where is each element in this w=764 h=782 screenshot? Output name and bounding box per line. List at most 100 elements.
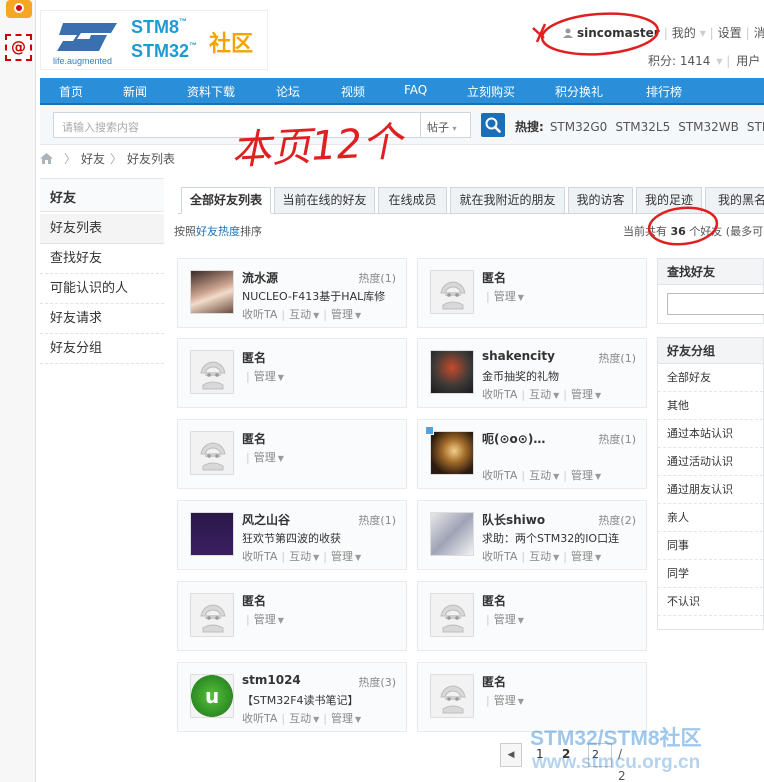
interact-menu[interactable]: 互动 ▼: [289, 712, 319, 725]
friend-group-item[interactable]: 亲人: [658, 504, 763, 532]
manage-menu[interactable]: 管理 ▼: [571, 550, 601, 563]
search-scope-select[interactable]: 帖子 ▾: [421, 112, 471, 138]
friend-name[interactable]: 呃(⊙o⊙)…: [482, 430, 545, 447]
friend-group-item[interactable]: 全部好友: [658, 364, 763, 392]
find-friend-input[interactable]: [667, 293, 764, 315]
tab-all-friends[interactable]: 全部好友列表: [181, 187, 271, 214]
manage-menu[interactable]: 管理 ▼: [494, 613, 524, 626]
nav-item-forum[interactable]: 论坛: [276, 83, 300, 100]
friend-name[interactable]: stm1024: [242, 673, 301, 687]
follow-link[interactable]: 收听TA: [482, 550, 517, 563]
interact-menu[interactable]: 互动 ▼: [289, 308, 319, 321]
friend-latest-post[interactable]: NUCLEO-F413基于HAL库修: [242, 288, 402, 304]
hot-term[interactable]: STM32G0: [550, 120, 608, 134]
friend-avatar[interactable]: u: [190, 674, 234, 718]
manage-menu[interactable]: 管理 ▼: [254, 613, 284, 626]
messages-link[interactable]: 消息: [754, 26, 764, 40]
friend-latest-post[interactable]: 【STM32F4读书笔记】: [242, 692, 402, 708]
friend-name[interactable]: 匿名: [242, 592, 266, 609]
sort-key-link[interactable]: 好友热度: [196, 225, 240, 238]
follow-link[interactable]: 收听TA: [482, 388, 517, 401]
friend-avatar[interactable]: [430, 270, 474, 314]
points-label[interactable]: 积分: 1414: [648, 54, 710, 68]
breadcrumb-friend-list[interactable]: 好友列表: [127, 152, 175, 166]
manage-menu[interactable]: 管理 ▼: [254, 451, 284, 464]
friend-name[interactable]: 队长shiwo: [482, 511, 545, 528]
friend-avatar[interactable]: [430, 431, 474, 475]
friend-avatar[interactable]: [430, 512, 474, 556]
interact-menu[interactable]: 互动 ▼: [529, 388, 559, 401]
friend-name[interactable]: 匿名: [482, 269, 506, 286]
manage-menu[interactable]: 管理 ▼: [254, 370, 284, 383]
follow-link[interactable]: 收听TA: [242, 550, 277, 563]
manage-menu[interactable]: 管理 ▼: [331, 550, 361, 563]
manage-menu[interactable]: 管理 ▼: [494, 290, 524, 303]
weibo-icon[interactable]: [6, 0, 32, 18]
interact-menu[interactable]: 互动 ▼: [529, 550, 559, 563]
nav-item-buy[interactable]: 立刻购买: [467, 83, 515, 100]
nav-item-gifts[interactable]: 积分换礼: [555, 83, 603, 100]
my-link[interactable]: 我的: [672, 26, 696, 40]
breadcrumb-friends[interactable]: 好友: [81, 152, 105, 166]
follow-link[interactable]: 收听TA: [242, 308, 277, 321]
hot-term[interactable]: STM32L5: [615, 120, 670, 134]
friend-avatar[interactable]: [190, 512, 234, 556]
friend-group-item[interactable]: 通过朋友认识: [658, 476, 763, 504]
settings-link[interactable]: 设置: [718, 26, 742, 40]
friend-group-item[interactable]: 通过活动认识: [658, 448, 763, 476]
friend-latest-post[interactable]: 狂欢节第四波的收获: [242, 530, 402, 546]
friend-name[interactable]: 匿名: [482, 592, 506, 609]
prev-page-button[interactable]: ◀: [500, 743, 522, 767]
user-menu-link[interactable]: 用户: [736, 54, 760, 68]
interact-menu[interactable]: 互动 ▼: [289, 550, 319, 563]
search-button[interactable]: [481, 113, 505, 137]
manage-menu[interactable]: 管理 ▼: [494, 694, 524, 707]
nav-item-news[interactable]: 新闻: [123, 83, 147, 100]
sidebar-item-friend-requests[interactable]: 好友请求: [40, 304, 164, 334]
nav-item-home[interactable]: 首页: [59, 83, 83, 100]
tab-online-friends[interactable]: 当前在线的好友: [274, 187, 375, 214]
sidebar-item-friend-list[interactable]: 好友列表: [40, 214, 164, 244]
nav-item-ranking[interactable]: 排行榜: [646, 83, 682, 100]
tab-nearby[interactable]: 就在我附近的朋友: [450, 187, 565, 214]
friend-group-item[interactable]: 同事: [658, 532, 763, 560]
hot-term[interactable]: STM3: [747, 120, 764, 134]
home-icon[interactable]: [40, 153, 53, 164]
friend-name[interactable]: shakencity: [482, 349, 555, 363]
follow-link[interactable]: 收听TA: [242, 712, 277, 725]
friend-name[interactable]: 流水源: [242, 269, 278, 286]
tab-online-members[interactable]: 在线成员: [378, 187, 447, 214]
friend-avatar[interactable]: [430, 593, 474, 637]
tab-footprints[interactable]: 我的足迹: [636, 187, 702, 214]
friend-name[interactable]: 匿名: [242, 349, 266, 366]
manage-menu[interactable]: 管理 ▼: [331, 712, 361, 725]
manage-menu[interactable]: 管理 ▼: [571, 388, 601, 401]
friend-name[interactable]: 匿名: [242, 430, 266, 447]
friend-group-item[interactable]: 通过本站认识: [658, 420, 763, 448]
search-input[interactable]: 请输入搜索内容: [53, 112, 421, 138]
friend-avatar[interactable]: [190, 350, 234, 394]
friend-name[interactable]: 匿名: [482, 673, 506, 690]
nav-item-downloads[interactable]: 资料下载: [187, 83, 235, 100]
interact-menu[interactable]: 互动 ▼: [529, 469, 559, 482]
friend-avatar[interactable]: [430, 350, 474, 394]
follow-link[interactable]: 收听TA: [482, 469, 517, 482]
friend-avatar[interactable]: [430, 674, 474, 718]
sidebar-item-friend-groups[interactable]: 好友分组: [40, 334, 164, 364]
friend-latest-post[interactable]: 求助：两个STM32的IO口连: [482, 530, 642, 546]
friend-group-item[interactable]: 同学: [658, 560, 763, 588]
nav-item-video[interactable]: 视频: [341, 83, 365, 100]
sidebar-item-find-friends[interactable]: 查找好友: [40, 244, 164, 274]
tab-visitors[interactable]: 我的访客: [568, 187, 633, 214]
friend-avatar[interactable]: [190, 270, 234, 314]
hot-term[interactable]: STM32WB: [678, 120, 739, 134]
site-logo[interactable]: life.augmented STM8™ STM32™ 社区: [40, 10, 268, 70]
friend-avatar[interactable]: [190, 431, 234, 475]
mail-icon[interactable]: @: [5, 34, 32, 61]
nav-item-faq[interactable]: FAQ: [404, 83, 427, 97]
friend-latest-post[interactable]: 金币抽奖的礼物: [482, 368, 642, 384]
manage-menu[interactable]: 管理 ▼: [571, 469, 601, 482]
friend-group-item[interactable]: 不认识: [658, 588, 763, 616]
tab-blacklist[interactable]: 我的黑名单: [705, 187, 764, 214]
friend-avatar[interactable]: [190, 593, 234, 637]
